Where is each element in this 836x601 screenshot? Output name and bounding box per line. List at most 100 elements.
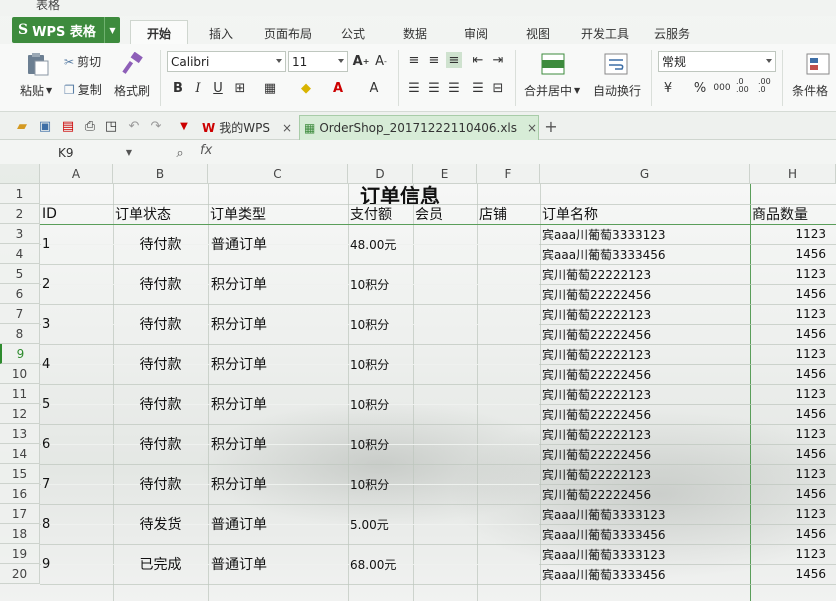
align-left-icon[interactable]: ☰ [406, 80, 422, 96]
order-type-cell[interactable]: 积分订单 [211, 304, 348, 344]
redo-icon[interactable]: ↷ [148, 118, 164, 134]
wrap-text-button[interactable]: 自动换行 [593, 82, 641, 99]
order-status-cell[interactable]: 已完成 [113, 544, 208, 584]
menu-tab[interactable]: 公式 [330, 22, 376, 44]
quantity-cell[interactable]: 1123 [750, 424, 836, 444]
row-header[interactable]: 15 [0, 464, 40, 484]
order-name-cell[interactable]: 宾aaa川葡萄3333456 [542, 244, 750, 264]
order-amount-cell[interactable]: 10积分 [350, 424, 413, 464]
quantity-cell[interactable]: 1456 [750, 244, 836, 264]
export-pdf-icon[interactable]: ▤ [60, 118, 76, 134]
order-name-cell[interactable]: 宾川葡萄22222123 [542, 344, 750, 364]
quantity-cell[interactable]: 1456 [750, 364, 836, 384]
indent-increase-icon[interactable]: ⇥ [490, 52, 506, 68]
quantity-cell[interactable]: 1456 [750, 444, 836, 464]
number-format-select[interactable]: 常规 [658, 51, 776, 72]
wrap-text-icon[interactable] [603, 52, 629, 76]
format-painter-button[interactable]: 格式刷 [114, 82, 150, 99]
order-name-cell[interactable]: 宾川葡萄22222456 [542, 404, 750, 424]
order-status-cell[interactable]: 待付款 [113, 344, 208, 384]
quantity-cell[interactable]: 1123 [750, 344, 836, 364]
align-top-icon[interactable]: ≡ [406, 52, 422, 68]
header-cell[interactable]: 支付额 [350, 204, 413, 224]
order-name-cell[interactable]: 宾川葡萄22222456 [542, 284, 750, 304]
align-bottom-icon[interactable]: ≡ [446, 52, 462, 68]
order-id-cell[interactable]: 4 [42, 344, 113, 384]
order-type-cell[interactable]: 积分订单 [211, 424, 348, 464]
quantity-cell[interactable]: 1123 [750, 304, 836, 324]
doc-tab-ordershop[interactable]: ▦ OrderShop_20171222110406.xls × [299, 115, 539, 140]
print-preview-icon[interactable]: ◳ [103, 118, 119, 134]
quantity-cell[interactable]: 1123 [750, 384, 836, 404]
row-header[interactable]: 8 [0, 324, 40, 344]
row-header[interactable]: 17 [0, 504, 40, 524]
header-cell[interactable]: 店铺 [479, 204, 540, 224]
underline-button[interactable]: U [210, 80, 226, 96]
percent-button[interactable]: % [692, 80, 708, 96]
order-amount-cell[interactable]: 10积分 [350, 384, 413, 424]
chevron-down-icon[interactable]: ▼ [104, 17, 120, 43]
row-header[interactable]: 11 [0, 384, 40, 404]
conditional-format-icon[interactable] [805, 52, 831, 76]
customize-toolbar-icon[interactable]: ▼ [176, 118, 192, 134]
conditional-format-button[interactable]: 条件格 [792, 82, 828, 99]
merge-center-icon[interactable] [540, 52, 566, 76]
cut-button[interactable]: ✂ 剪切 [64, 53, 101, 70]
thousands-separator-button[interactable]: 000 [712, 80, 732, 96]
order-status-cell[interactable]: 待付款 [113, 264, 208, 304]
spreadsheet-grid[interactable]: A B C D E F G H 1 2 3 4 5 6 7 8 9 10 11 12 13 14 15 16 17 18 19 20 订… [0, 164, 836, 601]
row-header[interactable]: 20 [0, 564, 40, 584]
row-header[interactable]: 9 [0, 344, 40, 364]
column-header[interactable]: D [348, 164, 413, 184]
quantity-cell[interactable]: 1123 [750, 264, 836, 284]
column-header[interactable]: A [40, 164, 113, 184]
wps-app-menu-button[interactable]: S WPS 表格 ▼ [12, 17, 120, 43]
menu-tab[interactable]: 审阅 [446, 22, 506, 44]
order-name-cell[interactable]: 宾川葡萄22222123 [542, 464, 750, 484]
align-right-icon[interactable]: ☰ [446, 80, 462, 96]
menu-tab[interactable]: 页面布局 [250, 22, 326, 44]
quantity-cell[interactable]: 1456 [750, 484, 836, 504]
formula-input[interactable] [233, 143, 836, 162]
justify-icon[interactable]: ☰ [470, 80, 486, 96]
order-name-cell[interactable]: 宾aaa川葡萄3333123 [542, 504, 750, 524]
table-border-icon[interactable]: ▦ [262, 80, 278, 96]
order-status-cell[interactable]: 待付款 [113, 224, 208, 264]
row-header[interactable]: 18 [0, 524, 40, 544]
zoom-icon[interactable]: ⌕ [172, 145, 188, 161]
align-middle-icon[interactable]: ≡ [426, 52, 442, 68]
order-id-cell[interactable]: 2 [42, 264, 113, 304]
order-amount-cell[interactable]: 10积分 [350, 264, 413, 304]
order-type-cell[interactable]: 普通订单 [211, 544, 348, 584]
order-name-cell[interactable]: 宾川葡萄22222456 [542, 324, 750, 344]
column-header[interactable]: B [113, 164, 208, 184]
font-size-select[interactable]: 11 [288, 51, 348, 72]
order-id-cell[interactable]: 7 [42, 464, 113, 504]
name-box[interactable]: K9 ▼ [40, 143, 135, 162]
print-icon[interactable]: ⎙ [82, 118, 98, 134]
menu-tab[interactable]: 开发工具 [570, 22, 640, 44]
quantity-cell[interactable]: 1456 [750, 564, 836, 584]
undo-icon[interactable]: ↶ [126, 118, 142, 134]
select-all-corner[interactable] [0, 164, 40, 184]
header-cell[interactable]: 商品数量 [752, 204, 836, 224]
order-type-cell[interactable]: 普通订单 [211, 224, 348, 264]
row-header[interactable]: 2 [0, 204, 40, 224]
row-header[interactable]: 10 [0, 364, 40, 384]
order-amount-cell[interactable]: 68.00元 [350, 544, 413, 584]
order-status-cell[interactable]: 待付款 [113, 424, 208, 464]
quantity-cell[interactable]: 1456 [750, 284, 836, 304]
chevron-down-icon[interactable]: ▼ [126, 148, 132, 157]
header-cell[interactable]: ID [42, 204, 113, 224]
menu-tab[interactable]: 数据 [388, 22, 442, 44]
menu-tab[interactable]: 开始 [130, 20, 188, 45]
column-header[interactable]: F [477, 164, 540, 184]
clear-format-icon[interactable]: A [366, 80, 382, 96]
paste-button[interactable]: 粘贴 ▼ [20, 82, 52, 99]
save-icon[interactable]: ▣ [37, 118, 53, 134]
align-center-icon[interactable]: ☰ [426, 80, 442, 96]
format-painter-icon[interactable] [120, 52, 146, 76]
row-header[interactable]: 5 [0, 264, 40, 284]
font-shrink-icon[interactable]: A- [373, 53, 389, 69]
decrease-decimal-button[interactable]: .00 .0 [758, 78, 776, 94]
